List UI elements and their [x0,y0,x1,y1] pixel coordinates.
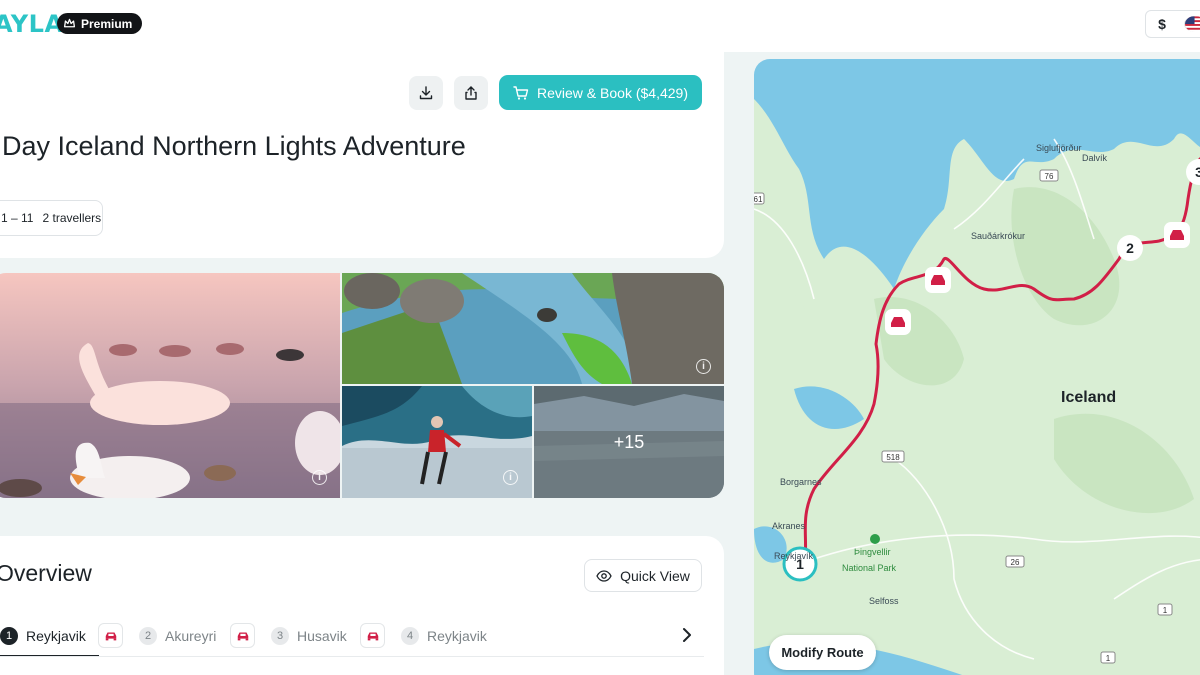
info-icon[interactable]: i [312,470,327,485]
stop-name: Reykjavik [427,628,487,644]
car-icon [367,632,378,640]
crown-icon [63,18,76,28]
road-number: 1 [1163,606,1168,615]
place-label: Siglufjörður [1036,143,1082,153]
stop-name: Husavik [297,628,347,644]
chevron-right-icon[interactable] [679,627,695,643]
place-label: Selfoss [869,596,899,606]
photo-gallery: i i i +15 [0,273,724,498]
top-bar: AYLA Premium $ [0,0,1200,52]
map-car-marker[interactable] [885,309,911,335]
place-label: Sauðárkrókur [971,231,1025,241]
info-icon[interactable]: i [503,470,518,485]
cart-icon [513,85,529,100]
trip-details-pill[interactable]: 1 – 11 2 travellers [0,200,103,236]
road-number: 1 [1106,654,1111,663]
review-book-button[interactable]: Review & Book ($4,429) [499,75,702,110]
route-map[interactable]: 1 2 3 76 518 26 1 1 61 Siglufjörður Dalv… [754,59,1200,675]
info-icon[interactable]: i [696,359,711,374]
car-icon [105,632,116,640]
place-label: Akranes [772,521,806,531]
stop-name: Reykjavik [26,628,86,644]
review-book-label: Review & Book ($4,429) [537,84,688,101]
download-icon [419,86,433,100]
stop-tab-3[interactable]: 3 Husavik [271,627,347,645]
quick-view-button[interactable]: Quick View [584,559,702,592]
stop-tab-1[interactable]: 1 Reykjavik [0,627,86,645]
gallery-photo-ice-cave[interactable]: i [342,386,532,498]
stop-number: 3 [271,627,289,645]
drive-segment-3[interactable] [360,623,385,648]
svg-text:2: 2 [1126,240,1134,256]
logo[interactable]: AYLA [0,10,64,38]
premium-badge[interactable]: Premium [57,13,143,34]
road-number: 26 [1011,558,1020,567]
road-number: 518 [886,453,900,462]
travellers-count: 2 travellers [42,211,102,225]
more-photos-count[interactable]: +15 [534,386,724,498]
locale-selector[interactable]: $ [1145,10,1200,38]
stop-tab-2[interactable]: 2 Akureyri [139,627,216,645]
svg-text:3: 3 [1195,164,1200,180]
map-car-marker[interactable] [1164,222,1190,248]
us-flag-icon[interactable] [1184,16,1200,32]
stop-tab-4[interactable]: 4 Reykjavik [401,627,487,645]
place-label: Þingvellir [854,547,891,557]
trip-dates: 1 – 11 [1,211,34,225]
download-button[interactable] [409,76,443,110]
car-icon [237,632,248,640]
eye-icon [596,569,612,582]
modify-route-button[interactable]: Modify Route [769,635,876,670]
stop-name: Akureyri [165,628,217,644]
stop-number: 1 [0,627,18,645]
country-label: Iceland [1061,389,1116,406]
drive-segment-1[interactable] [98,623,123,648]
map-stop-marker-2[interactable]: 2 [1117,235,1143,261]
road-number: 76 [1045,172,1054,181]
share-button[interactable] [454,76,488,110]
place-label: National Park [842,563,897,573]
divider [0,656,704,657]
place-label: Reykjavík [774,551,814,561]
quick-view-label: Quick View [620,567,690,584]
place-label: Borgarnes [780,477,822,487]
gallery-photo-swans[interactable]: i [0,273,340,498]
premium-label: Premium [81,16,133,31]
stops-tabs: 1 Reykjavik 2 Akureyri 3 Husavik 4 Reykj… [0,620,700,656]
drive-segment-2[interactable] [230,623,255,648]
stop-number: 2 [139,627,157,645]
stop-number: 4 [401,627,419,645]
gallery-photo-more[interactable]: +15 [534,386,724,498]
map-car-marker[interactable] [925,267,951,293]
road-number: 61 [754,195,763,204]
gallery-photo-river[interactable]: i [342,273,724,384]
currency-selector[interactable]: $ [1146,16,1178,32]
page-title: Day Iceland Northern Lights Adventure [2,131,466,161]
overview-title: Overview [0,560,92,586]
place-label: Dalvík [1082,153,1108,163]
share-icon [465,86,477,100]
